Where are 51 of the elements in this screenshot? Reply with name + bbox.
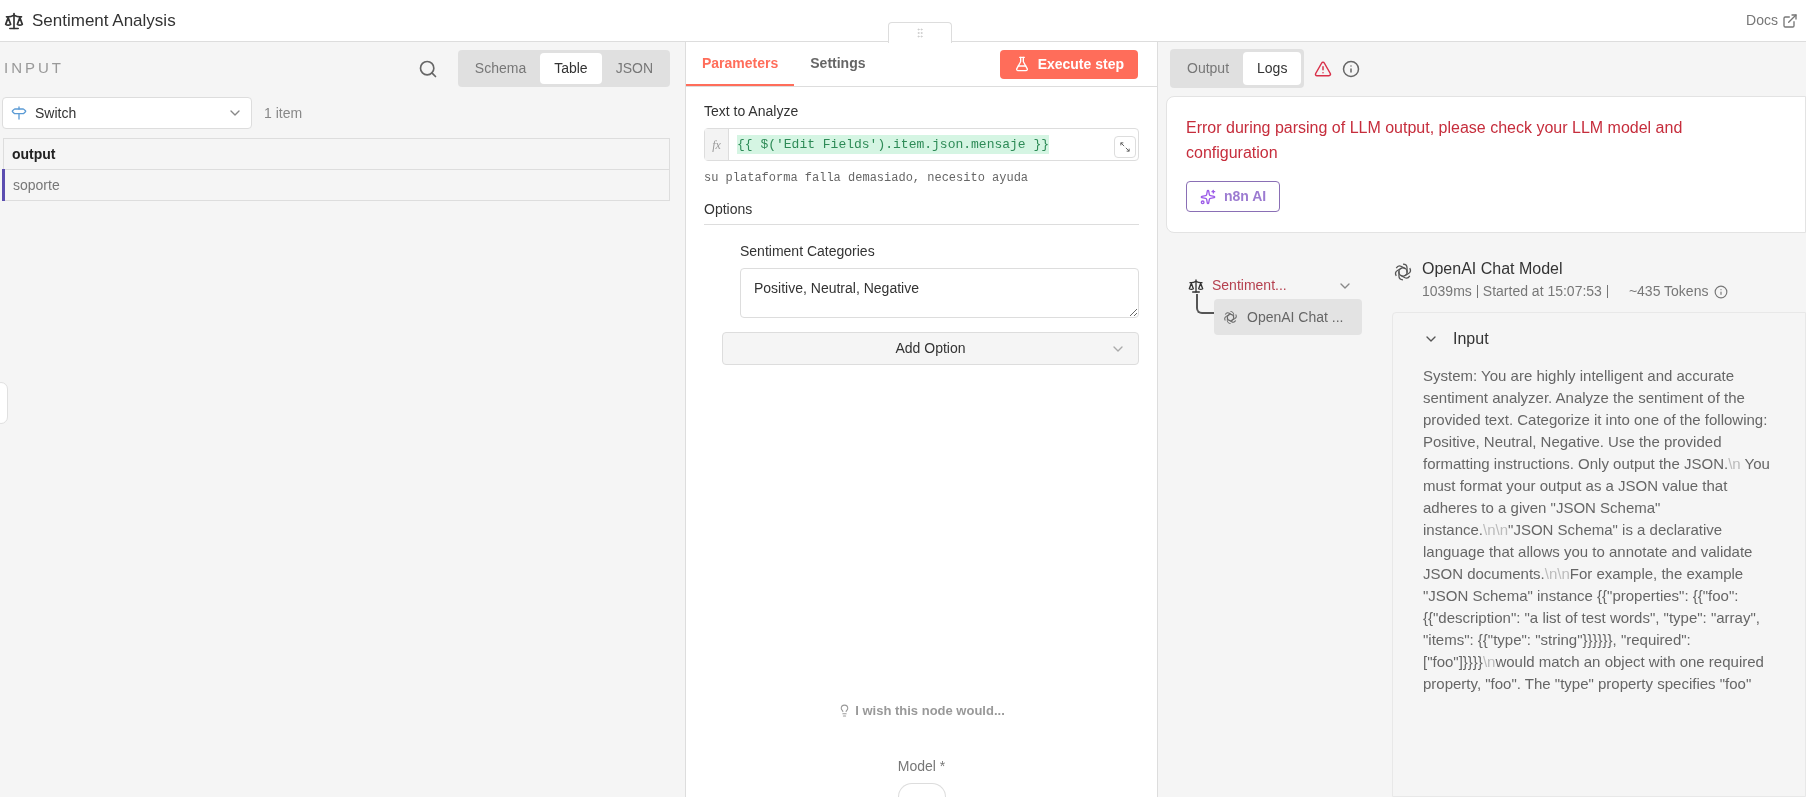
- section-title: Options: [704, 199, 1139, 225]
- field-label: Text to Analyze: [704, 102, 800, 121]
- field-label: Model *: [897, 757, 946, 776]
- execute-step-button[interactable]: Execute step: [999, 49, 1138, 79]
- view-tab[interactable]: Schema: [460, 53, 541, 84]
- sparkle-icon: [1200, 188, 1216, 205]
- item-count: 1 item: [264, 103, 303, 123]
- input-toggle[interactable]: Input: [1423, 327, 1489, 351]
- expression-text: {{ $('Edit Fields').item.json.mensaje }}: [737, 134, 1050, 155]
- expand-icon[interactable]: [1114, 136, 1136, 158]
- output-tab[interactable]: Logs: [1243, 52, 1302, 85]
- info-icon[interactable]: [1342, 59, 1361, 78]
- n8n-ai-button[interactable]: n8n AI: [1186, 181, 1281, 212]
- run-start-time: Started at 15:07:53: [1482, 282, 1602, 301]
- view-tab[interactable]: Table: [540, 53, 602, 84]
- token-count: ~435 Tokens: [1628, 282, 1709, 301]
- panel-tab[interactable]: Parameters: [686, 42, 795, 86]
- categories-textarea[interactable]: Positive, Neutral, Negative: [740, 268, 1139, 318]
- warning-icon[interactable]: [1314, 59, 1333, 78]
- flask-icon: [1013, 56, 1030, 72]
- docs-link[interactable]: Docs: [1746, 10, 1802, 31]
- external-link-icon: [1782, 12, 1798, 29]
- drag-handle[interactable]: [888, 22, 952, 43]
- signpost-icon: [11, 105, 27, 121]
- knot-logo-icon: [1392, 261, 1414, 283]
- window-title: Sentiment Analysis: [32, 9, 176, 32]
- info-icon[interactable]: [1714, 284, 1729, 299]
- add-option-button[interactable]: Add Option: [722, 332, 1139, 365]
- field-label: Sentiment Categories: [740, 242, 876, 261]
- fx-label: fx: [705, 129, 729, 160]
- table-cell: soporte: [3, 169, 670, 201]
- knot-logo-icon: [1222, 308, 1239, 326]
- expression-field[interactable]: fx {{ $('Edit Fields').item.json.mensaje }}: [704, 128, 1139, 161]
- run-duration: 1039ms: [1422, 282, 1472, 301]
- node-select[interactable]: Switch: [2, 97, 252, 129]
- column-header: output: [3, 138, 670, 170]
- expression-result: su plataforma falla demasiado, necesito ayuda: [704, 170, 1030, 187]
- output-tab[interactable]: Output: [1173, 52, 1244, 85]
- panel-title: INPUT: [4, 58, 64, 79]
- panel-tab[interactable]: Settings: [794, 42, 882, 86]
- error-message: Error during parsing of LLM output, please check your LLM model and configuration: [1186, 118, 1684, 163]
- run-title: OpenAI Chat Model: [1422, 259, 1564, 279]
- tree-node[interactable]: Sentiment...: [1188, 275, 1353, 296]
- grip-icon: [914, 27, 926, 39]
- scale-icon: [4, 10, 24, 31]
- feedback-link[interactable]: I wish this node would...: [838, 700, 1005, 720]
- input-text: System: You are highly intelligent and accurate sentiment analyzer. Analyze the sentiment of the provided text. Categorize it into one of the following: Positive, Neutral, Negative. Use the provided formatting instructions. Only output the JSON.\n You must format your output as a JSON value that adheres to a given "JSON Schema" instance.\n\n"JSON Schema" is a declarative language that allows you to annotate and validate JSON documents.\n\nFor example, the example "JSON Schema" instance {{"properties": {{"foo": {{"description": "a list of test words", "type": "array", "items": {{"type": "string"}}}}}}, "required": ["foo"]}}}}\nwould match an object with one required property, "foo". The "type" property specifies "foo": [1423, 366, 1771, 694]
- scale-icon: [1188, 277, 1204, 294]
- view-tab[interactable]: JSON: [601, 53, 667, 84]
- tree-node[interactable]: OpenAI Chat ...: [1214, 299, 1362, 335]
- search-icon[interactable]: [417, 58, 438, 79]
